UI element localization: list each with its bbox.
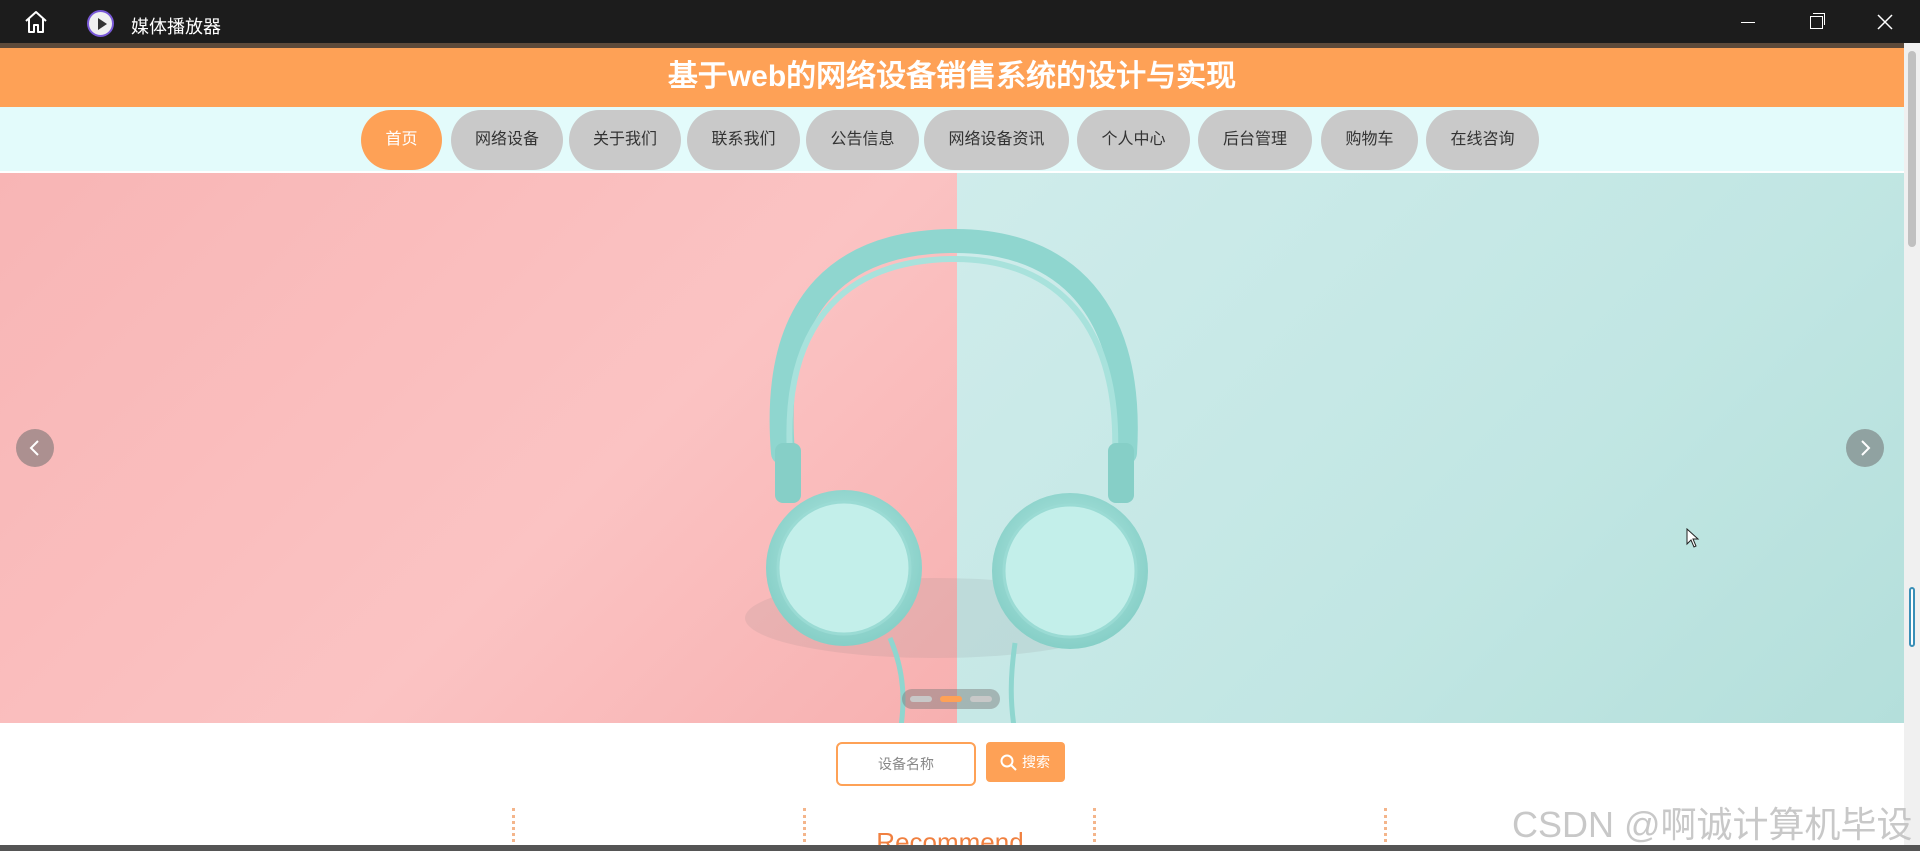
nav-item-network-devices[interactable]: 网络设备 bbox=[451, 110, 563, 170]
recommend-section-title: Recommend bbox=[876, 827, 1024, 845]
nav-item-cart[interactable]: 购物车 bbox=[1321, 110, 1418, 170]
bottom-edge bbox=[0, 845, 1920, 851]
chevron-right-icon bbox=[1861, 440, 1871, 456]
chevron-left-icon bbox=[29, 440, 39, 456]
nav-item-about-us[interactable]: 关于我们 bbox=[569, 110, 681, 170]
carousel-next-button[interactable] bbox=[1846, 429, 1884, 467]
carousel-dot-2[interactable] bbox=[940, 696, 962, 702]
scroll-position-marker bbox=[1909, 587, 1915, 647]
nav-item-home[interactable]: 首页 bbox=[361, 110, 442, 170]
banner-carousel[interactable] bbox=[0, 173, 1904, 723]
carousel-indicators bbox=[902, 689, 1000, 709]
scrollbar-thumb[interactable] bbox=[1908, 51, 1916, 247]
home-icon[interactable] bbox=[20, 9, 52, 35]
nav-item-device-news[interactable]: 网络设备资讯 bbox=[924, 110, 1069, 170]
nav-item-user-center[interactable]: 个人中心 bbox=[1077, 110, 1190, 170]
minimize-button[interactable] bbox=[1718, 0, 1778, 43]
search-icon bbox=[1000, 754, 1017, 771]
mouse-cursor-icon bbox=[1686, 528, 1700, 548]
carousel-prev-button[interactable] bbox=[16, 429, 54, 467]
window-title: 媒体播放器 bbox=[131, 17, 221, 37]
device-name-search-input[interactable]: 设备名称 bbox=[836, 742, 976, 786]
section-divider bbox=[803, 808, 806, 845]
headphones-image bbox=[745, 228, 1148, 723]
maximize-button[interactable] bbox=[1786, 0, 1846, 43]
nav-item-admin[interactable]: 后台管理 bbox=[1198, 110, 1312, 170]
section-divider bbox=[1093, 808, 1096, 845]
web-page: 基于web的网络设备销售系统的设计与实现 首页 网络设备 关于我们 联系我们 公… bbox=[0, 43, 1904, 845]
nav-item-announcements[interactable]: 公告信息 bbox=[806, 110, 919, 170]
page-scrollbar[interactable] bbox=[1904, 43, 1920, 845]
section-divider bbox=[1384, 808, 1387, 845]
csdn-watermark: CSDN @啊诚计算机毕设 bbox=[1512, 804, 1913, 845]
close-icon bbox=[1877, 14, 1893, 30]
carousel-dot-1[interactable] bbox=[910, 696, 932, 702]
site-header: 基于web的网络设备销售系统的设计与实现 bbox=[0, 48, 1904, 107]
carousel-dot-3[interactable] bbox=[970, 696, 992, 702]
main-nav: 首页 网络设备 关于我们 联系我们 公告信息 网络设备资讯 个人中心 后台管理 … bbox=[0, 107, 1904, 171]
close-button[interactable] bbox=[1855, 0, 1915, 43]
search-button[interactable]: 搜索 bbox=[986, 742, 1065, 782]
nav-item-contact-us[interactable]: 联系我们 bbox=[687, 110, 800, 170]
window-title-bar: 媒体播放器 bbox=[0, 0, 1920, 43]
media-player-icon bbox=[87, 10, 114, 37]
section-divider bbox=[512, 808, 515, 845]
search-button-label: 搜索 bbox=[1022, 754, 1050, 770]
nav-item-online-consult[interactable]: 在线咨询 bbox=[1426, 110, 1539, 170]
site-title: 基于web的网络设备销售系统的设计与实现 bbox=[667, 60, 1237, 93]
